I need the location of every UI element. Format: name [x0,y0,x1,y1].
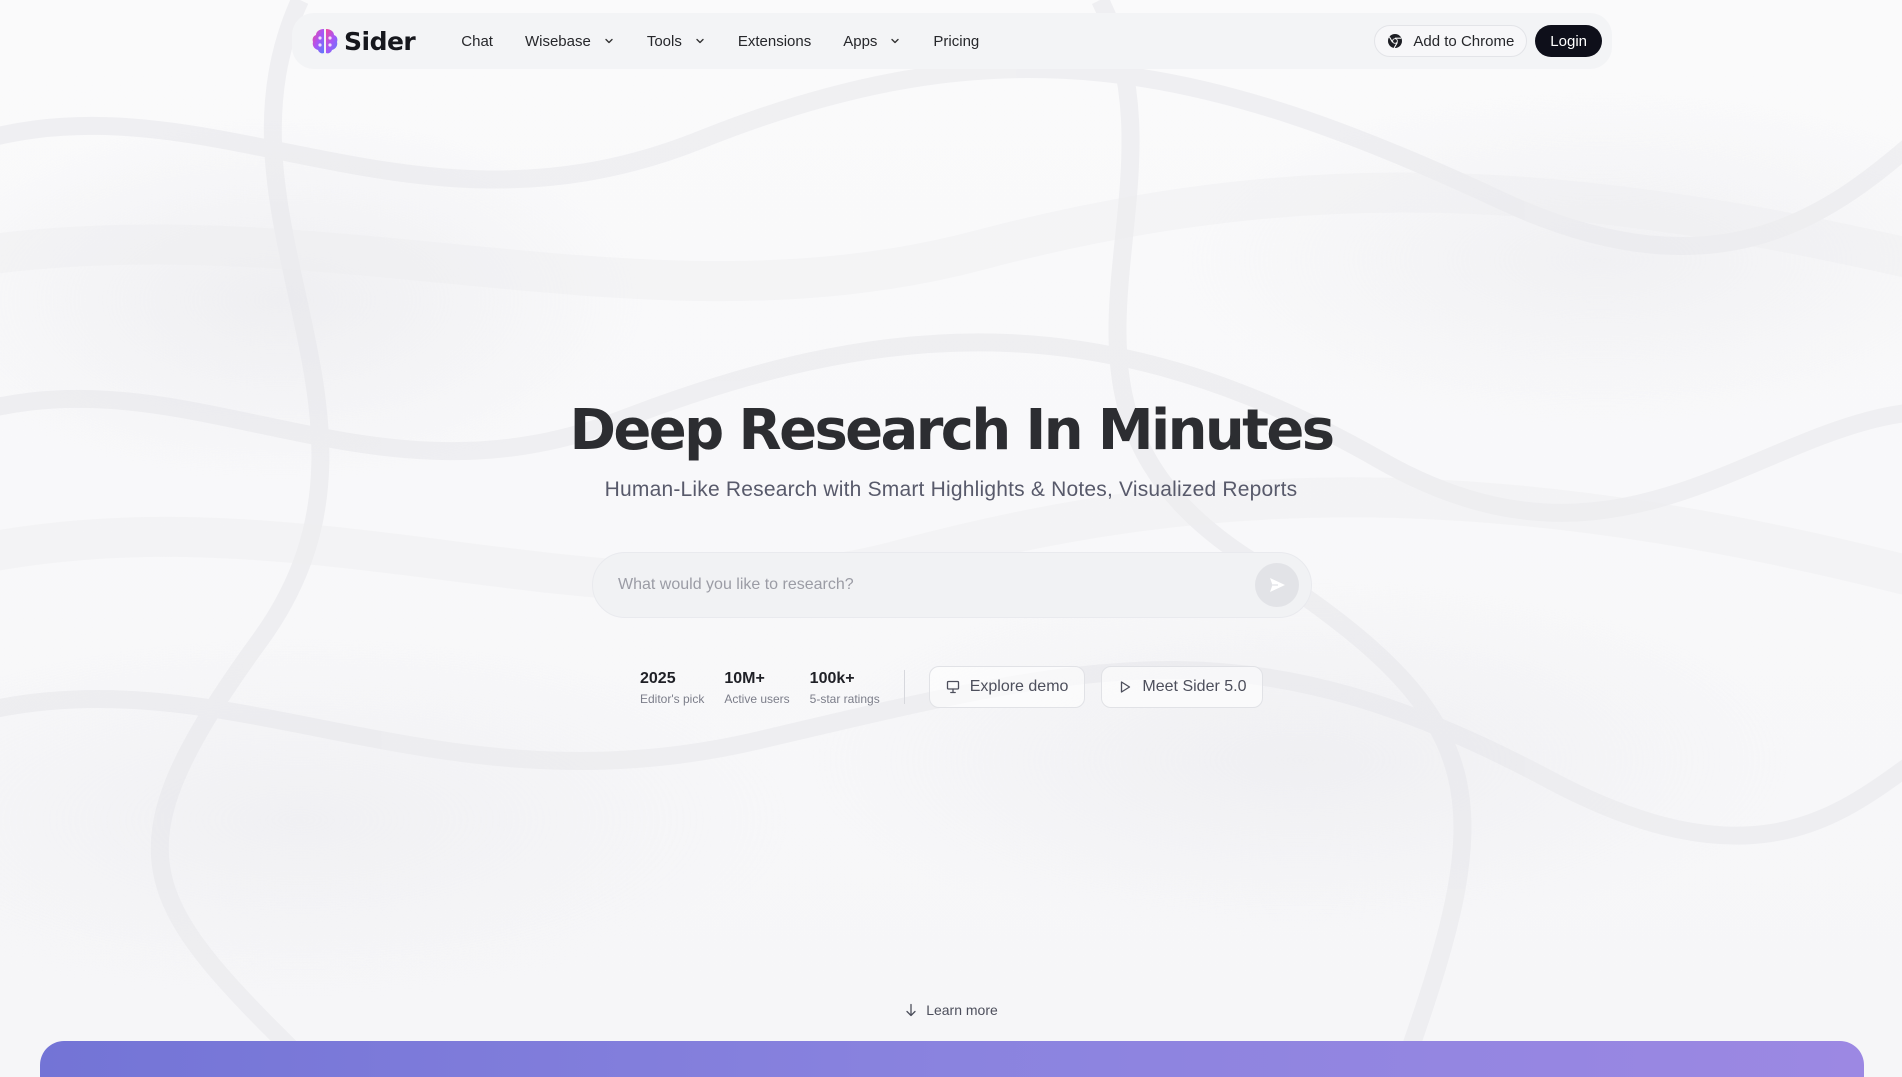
research-search-box [592,552,1312,618]
stat-active-users: 10M+ Active users [724,669,789,706]
learn-more-label: Learn more [926,1002,998,1018]
stat-value: 2025 [640,669,676,687]
nav-item-label: Apps [843,32,878,50]
brand-logo[interactable]: Sider [310,26,416,56]
background-waves [0,0,1902,1077]
stat-label: Editor's pick [640,691,705,706]
send-icon [1267,575,1287,595]
stats-row: 2025 Editor's pick 10M+ Active users 100… [640,666,1279,708]
top-navbar: Sider Chat Wisebase Tools Extensions App… [292,13,1612,69]
next-section-band [40,1041,1864,1077]
nav-actions: Add to Chrome Login [1374,25,1602,57]
nav-item-tools[interactable]: Tools [631,25,722,58]
login-label: Login [1550,32,1587,50]
hero-subtitle: Human-Like Research with Smart Highlight… [604,478,1298,501]
nav-item-label: Pricing [933,32,980,50]
chrome-icon [1387,33,1403,49]
hero-title: Deep Research In Minutes [569,398,1336,463]
add-to-chrome-button[interactable]: Add to Chrome [1374,25,1528,57]
nav-item-label: Extensions [737,32,812,50]
send-button[interactable] [1255,563,1299,607]
login-button[interactable]: Login [1535,25,1602,57]
nav-menu: Chat Wisebase Tools Extensions Apps Pric… [445,25,995,58]
brain-logo-icon [310,26,340,56]
meet-sider-label: Meet Sider 5.0 [1142,678,1247,695]
chevron-down-icon [694,35,706,47]
meet-sider-button[interactable]: Meet Sider 5.0 [1101,666,1264,708]
nav-item-pricing[interactable]: Pricing [917,25,995,58]
brand-name: Sider [344,26,416,56]
nav-item-label: Chat [461,32,493,50]
nav-item-wisebase[interactable]: Wisebase [509,25,631,58]
nav-item-label: Tools [646,32,682,50]
nav-item-apps[interactable]: Apps [827,25,917,58]
stats-divider [903,670,905,704]
nav-item-label: Wisebase [524,32,591,50]
play-icon [1118,680,1132,694]
presentation-icon [946,680,960,694]
stat-value: 100k+ [809,669,855,687]
stat-value: 10M+ [724,669,765,687]
research-search-input[interactable] [618,576,1255,594]
stat-label: 5-star ratings [809,691,880,706]
nav-item-extensions[interactable]: Extensions [722,25,827,58]
stat-editors-pick: 2025 Editor's pick [640,669,704,706]
stat-ratings: 100k+ 5-star ratings [810,669,880,706]
nav-item-chat[interactable]: Chat [445,25,509,58]
arrow-down-icon [904,1003,918,1017]
learn-more-link[interactable]: Learn more [0,1002,1902,1018]
add-to-chrome-label: Add to Chrome [1413,32,1515,50]
explore-demo-label: Explore demo [969,678,1069,695]
explore-demo-button[interactable]: Explore demo [928,666,1086,708]
chevron-down-icon [889,35,901,47]
stat-label: Active users [724,691,790,706]
chevron-down-icon [603,35,615,47]
